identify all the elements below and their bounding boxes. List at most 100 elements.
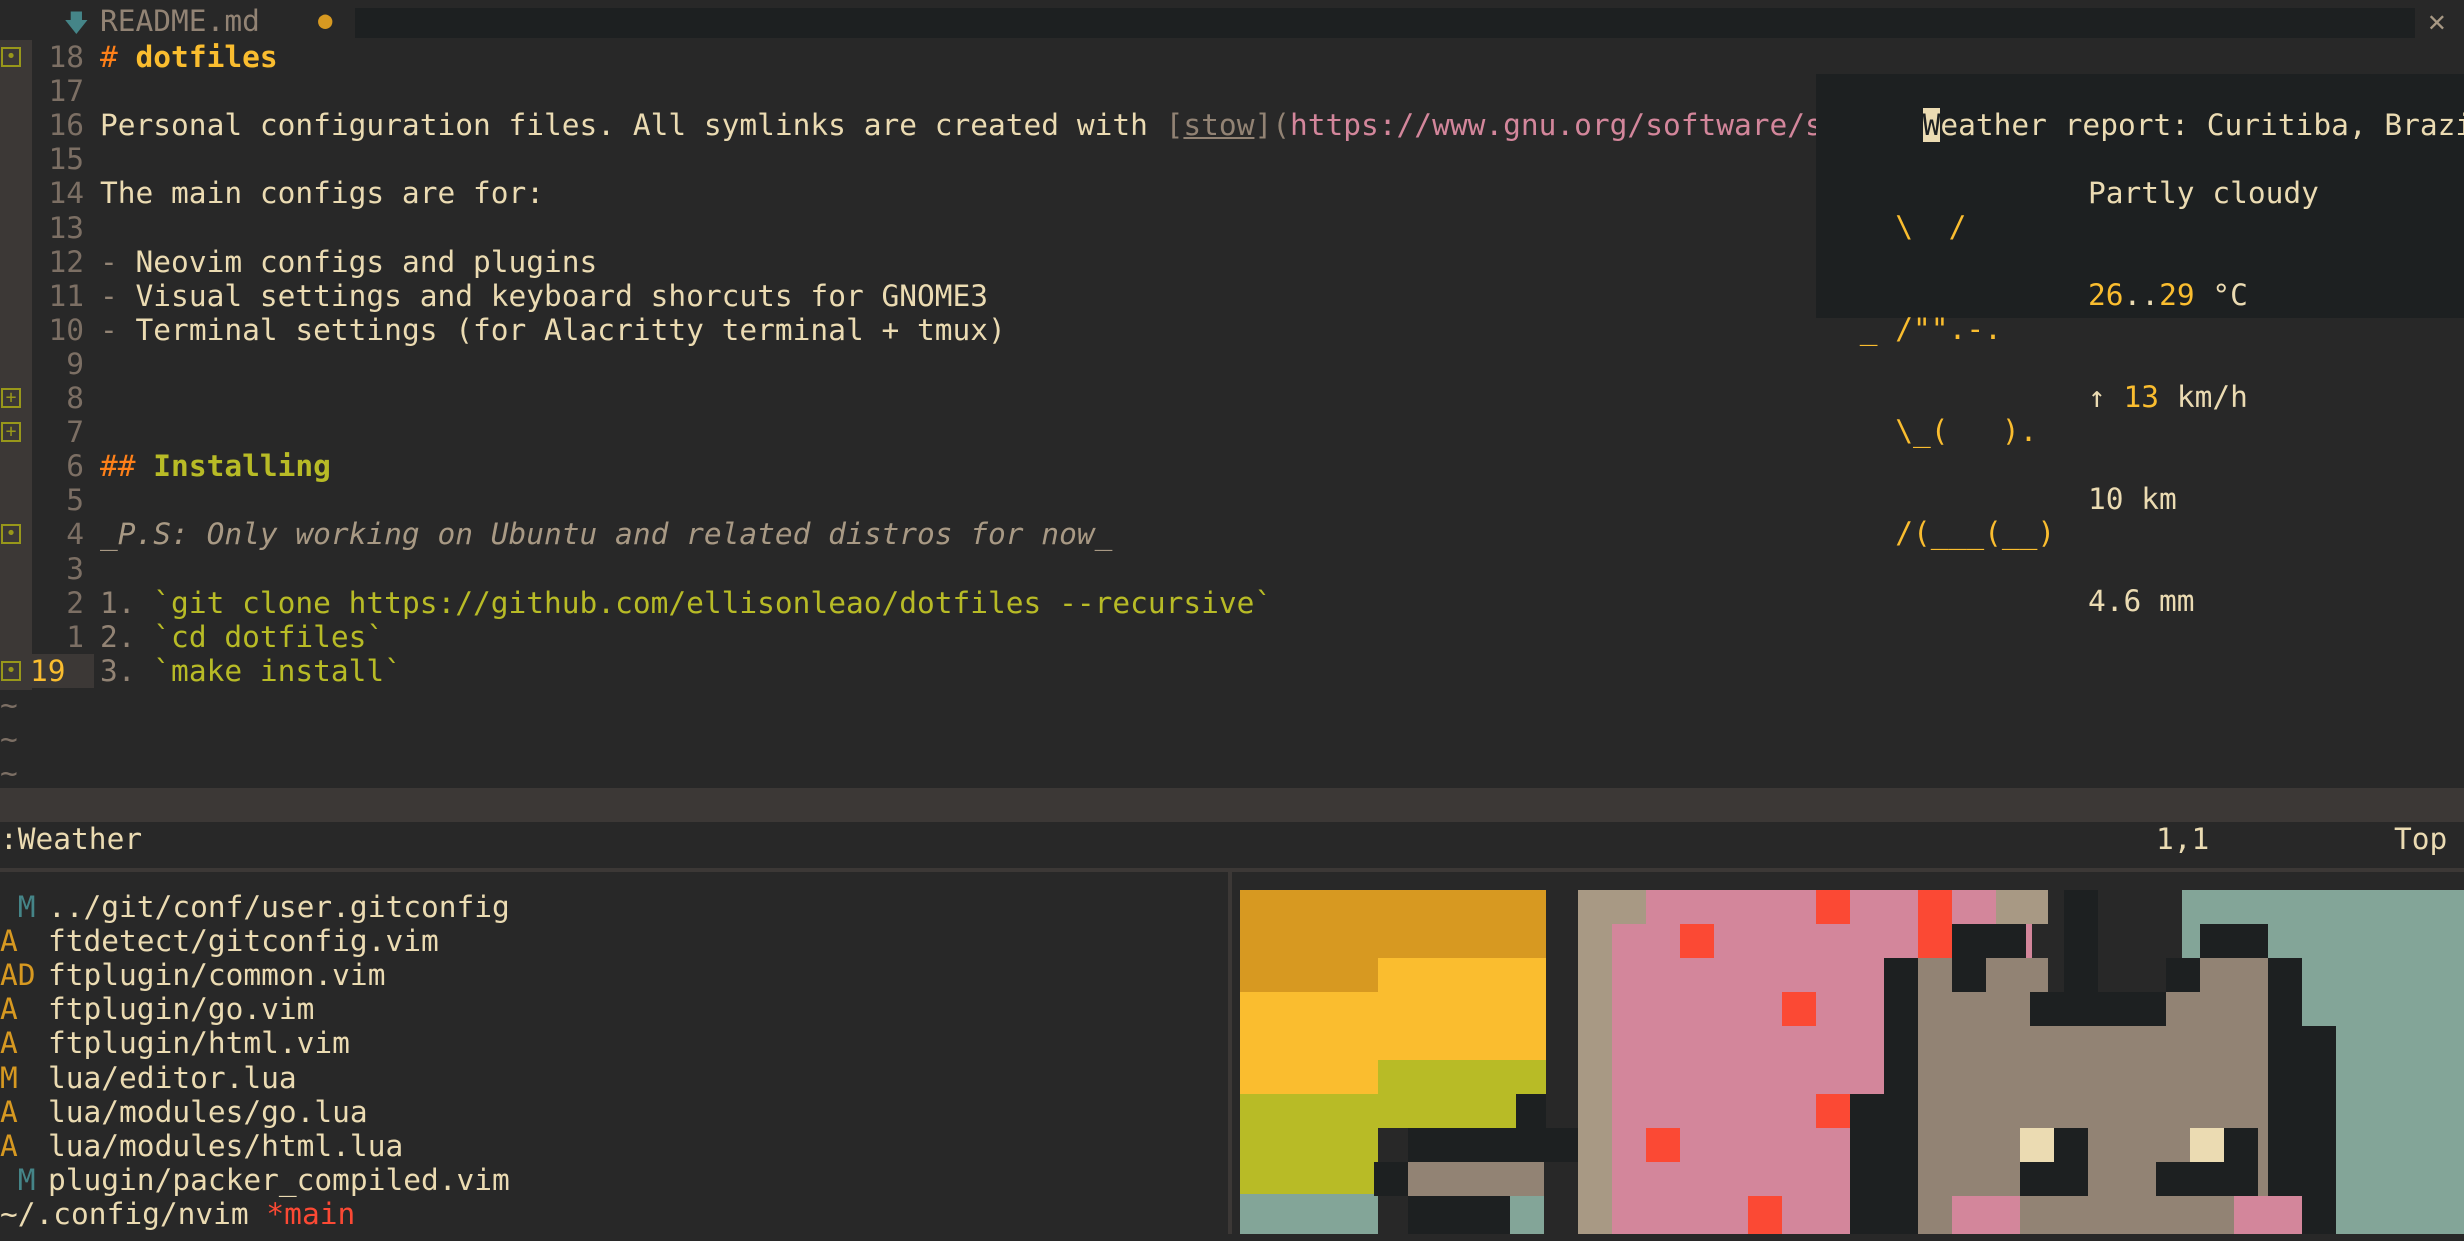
code-line[interactable]: - Terminal settings (for Alacritty termi… — [100, 313, 1006, 347]
git-file-row[interactable]: Mlua/editor.lua — [0, 1061, 297, 1095]
git-file-row[interactable]: Aftplugin/go.vim — [0, 992, 314, 1026]
code-line[interactable]: 3. `make install` — [100, 654, 402, 688]
file-path: lua/editor.lua — [48, 1060, 297, 1095]
line-number: 4 — [66, 517, 84, 552]
code-token: stow — [1183, 108, 1255, 143]
code-token: `git clone https://github.com/ellisonlea… — [153, 585, 1273, 620]
weather-popup: Weather report: Curitiba, Brazil \ / _ /… — [1816, 74, 2464, 618]
weather-values: Partly cloudy 26..29 °C ↑ 13 km/h 10 km … — [2088, 108, 2319, 686]
line-number: 9 — [66, 346, 84, 381]
git-status-badge: M — [0, 1060, 18, 1095]
code-token: 2. — [100, 619, 154, 654]
code-token: https://www.gnu.org/software/stow/ — [1289, 108, 1894, 143]
line-number: 11 — [48, 278, 84, 313]
weather-precipitation: 4.6 mm — [2088, 584, 2195, 618]
code-line[interactable]: 1. `git clone https://github.com/ellison… — [100, 586, 1272, 620]
line-number: 8 — [66, 381, 84, 415]
tilde-marker: ~ — [0, 687, 18, 722]
art-line: \_( ). — [1842, 414, 2038, 448]
code-token: - — [100, 312, 136, 347]
art-line: \ / — [1842, 210, 1967, 244]
file-path: ftplugin/html.vim — [48, 1026, 350, 1061]
code-token: - — [100, 278, 136, 313]
modified-dot-icon: ● — [318, 6, 333, 34]
git-sign-icon[interactable]: • — [1, 660, 21, 681]
git-file-row[interactable]: Aftplugin/html.vim — [0, 1026, 350, 1060]
line-number: 15 — [48, 142, 84, 177]
line-number: 16 — [48, 108, 84, 143]
git-status-pane[interactable]: M ../git/conf/user.gitconfig Aftdetect/git… — [0, 872, 1228, 1234]
code-line[interactable]: ## Installing — [100, 449, 331, 483]
code-line[interactable]: # dotfiles — [100, 40, 278, 74]
code-line[interactable]: 2. `cd dotfiles` — [100, 620, 384, 654]
editor-pane[interactable]: 18 # dotfiles 17 16 Personal configuration f… — [0, 40, 2464, 791]
code-token: The main configs are for: — [100, 176, 545, 211]
file-path: lua/modules/go.lua — [48, 1094, 368, 1129]
wind-speed: 13 — [2123, 380, 2160, 414]
nyan-cat-image — [1232, 872, 2464, 1241]
line-number: 10 — [48, 312, 84, 347]
temp-low: 26 — [2088, 278, 2124, 312]
code-token: Visual settings and keyboard shorcuts fo… — [135, 278, 989, 313]
code-token: - — [100, 244, 136, 279]
git-file-row[interactable]: M ../git/conf/user.gitconfig — [0, 890, 510, 924]
nyan-cat-svg — [1240, 890, 2464, 1241]
code-line[interactable]: _P.S: Only working on Ubuntu and related… — [100, 517, 1112, 551]
tab-readme[interactable]: 🡇 README.md ● — [60, 0, 350, 40]
code-token: `make install` — [153, 653, 402, 688]
weather-wind: ↑ 13 km/h — [2088, 380, 2319, 414]
wind-unit: km/h — [2159, 380, 2248, 414]
temp-sep: .. — [2123, 278, 2160, 312]
code-line[interactable]: Personal configuration files. All symlin… — [100, 108, 1912, 142]
file-path: ../git/conf/user.gitconfig — [48, 890, 510, 924]
code-token: ]( — [1254, 108, 1290, 143]
line-number: 14 — [48, 176, 84, 211]
git-status-badge: M — [0, 890, 36, 924]
fold-plus-icon[interactable]: + — [1, 388, 21, 408]
code-token: # — [100, 40, 136, 74]
code-line[interactable]: The main configs are for: — [100, 176, 544, 210]
temp-unit: °C — [2194, 278, 2248, 312]
close-icon[interactable]: ✕ — [2428, 4, 2446, 38]
code-token: ## — [100, 449, 154, 484]
fold-plus-icon[interactable]: + — [1, 422, 21, 443]
code-line[interactable]: - Neovim configs and plugins — [100, 245, 597, 279]
file-path: ftplugin/common.vim — [48, 958, 386, 993]
code-token: Neovim configs and plugins — [135, 244, 598, 279]
code-line[interactable]: - Visual settings and keyboard shorcuts … — [100, 279, 988, 313]
git-status-badge: A — [0, 924, 18, 959]
git-file-row[interactable]: Alua/modules/go.lua — [0, 1095, 368, 1129]
scroll-position: Top — [2394, 822, 2448, 856]
tilde-marker: ~ — [0, 722, 18, 756]
line-number: 17 — [48, 74, 84, 109]
tilde-marker: ~ — [0, 756, 18, 791]
line-number: 6 — [66, 449, 84, 484]
wind-arrow-icon: ↑ — [2088, 380, 2124, 414]
line-number: 5 — [66, 483, 84, 518]
code-token: _P.S: Only working on Ubuntu and related… — [100, 517, 1113, 552]
prompt-branch: *main — [266, 1196, 356, 1231]
shell-prompt: ~/.config/nvim *main — [0, 1197, 355, 1231]
file-path: plugin/packer_compiled.vim — [48, 1162, 510, 1197]
git-sign-icon[interactable]: • — [1, 524, 21, 545]
git-status-badge: AD — [0, 958, 36, 993]
line-number: 18 — [48, 40, 84, 74]
git-file-row[interactable]: Aftdetect/gitconfig.vim — [0, 924, 439, 958]
git-file-row[interactable]: AD ftplugin/common.vim — [0, 958, 385, 992]
cursor-position: 1,1 — [2156, 822, 2210, 856]
command-line[interactable]: :Weather 1,1 Top — [0, 822, 2464, 868]
code-token: Personal configuration files. All symlin… — [100, 108, 1166, 143]
git-file-row[interactable]: Mplugin/packer_compiled.vim — [0, 1163, 510, 1197]
git-file-row[interactable]: Alua/modules/html.lua — [0, 1129, 403, 1163]
git-status-badge: M — [0, 1162, 36, 1197]
code-token: dotfiles — [135, 40, 278, 74]
tab-bar-fill — [355, 8, 2415, 38]
temp-high: 29 — [2159, 278, 2195, 312]
art-line: _ /"".-. — [1842, 312, 2002, 346]
art-line: /(___(__) — [1842, 516, 2056, 550]
file-path: ftplugin/go.vim — [48, 992, 315, 1027]
git-sign-icon[interactable]: • — [1, 47, 21, 67]
code-token: Installing — [153, 449, 331, 484]
git-status-badge: A — [0, 1026, 18, 1061]
git-status-badge: A — [0, 992, 18, 1027]
